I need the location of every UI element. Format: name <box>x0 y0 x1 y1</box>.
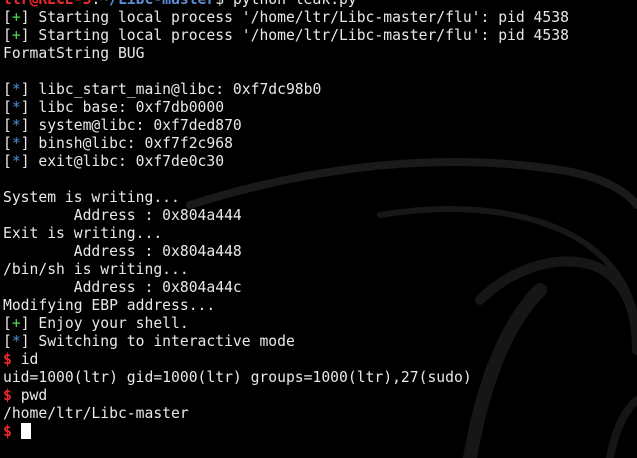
terminal-line: Address : 0x804a448 <box>3 243 637 261</box>
terminal-line: uid=1000(ltr) gid=1000(ltr) groups=1000(… <box>3 369 637 387</box>
terminal-line: Modifying EBP address... <box>3 297 637 315</box>
terminal-output: ltr@RECE-3:~/Libc-master$ python leak.py… <box>3 0 637 441</box>
info-marker: * <box>11 117 21 134</box>
terminal-line: $ id <box>3 351 637 369</box>
line-text: Address : 0x804a44c <box>3 279 242 296</box>
shell-prompt-dollar: $ <box>3 423 21 440</box>
prompt-path: ~/Libc-master <box>100 0 215 8</box>
terminal-window[interactable]: ltr@RECE-3:~/Libc-master$ python leak.py… <box>0 0 637 458</box>
line-text: /home/ltr/Libc-master <box>3 405 189 422</box>
line-text: Starting local process '/home/ltr/Libc-m… <box>38 9 569 26</box>
line-text: FormatString BUG <box>3 45 145 62</box>
info-marker: * <box>11 81 21 98</box>
success-marker: + <box>11 315 21 332</box>
line-text: exit@libc: 0xf7de0c30 <box>38 153 225 170</box>
info-marker: * <box>11 135 21 152</box>
terminal-line: Exit is writing... <box>3 225 637 243</box>
line-text: Exit is writing... <box>3 225 163 242</box>
terminal-line: [*] exit@libc: 0xf7de0c30 <box>3 153 225 170</box>
shell-prompt-line: ltr@RECE-3:~/Libc-master$ python leak.py <box>3 0 637 9</box>
terminal-line: /bin/sh is writing... <box>3 261 637 279</box>
terminal-line: [*] libc_start_main@libc: 0xf7dc98b0 <box>3 81 322 98</box>
terminal-line: $ pwd <box>3 387 637 405</box>
terminal-line: [+] Enjoy your shell. <box>3 315 189 332</box>
line-text: Address : 0x804a444 <box>3 207 242 224</box>
line-text: libc base: 0xf7db0000 <box>38 99 225 116</box>
info-marker: * <box>11 99 21 116</box>
terminal-line: [*] system@libc: 0xf7ded870 <box>3 117 242 134</box>
line-text: Switching to interactive mode <box>38 333 295 350</box>
info-marker: * <box>11 333 21 350</box>
line-text: /bin/sh is writing... <box>3 261 189 278</box>
line-text: Starting local process '/home/ltr/Libc-m… <box>38 27 569 44</box>
terminal-line: /home/ltr/Libc-master <box>3 405 637 423</box>
terminal-line: [*] libc base: 0xf7db0000 <box>3 99 225 116</box>
line-text: binsh@libc: 0xf7f2c968 <box>38 135 233 152</box>
terminal-line: $ <box>3 423 637 441</box>
prompt-user-host: ltr@RECE-3 <box>3 0 91 8</box>
line-text: pwd <box>20 387 48 404</box>
line-text: Enjoy your shell. <box>38 315 189 332</box>
line-text: Modifying EBP address... <box>3 297 216 314</box>
shell-prompt-dollar: $ <box>3 351 21 368</box>
success-marker: + <box>11 9 21 26</box>
terminal-line: [*] binsh@libc: 0xf7f2c968 <box>3 135 233 152</box>
success-marker: + <box>11 27 21 44</box>
line-text: libc_start_main@libc: 0xf7dc98b0 <box>38 81 322 98</box>
prompt-separator: : <box>91 0 100 8</box>
terminal-line: FormatString BUG <box>3 45 637 63</box>
terminal-line: [*] Switching to interactive mode <box>3 333 295 350</box>
terminal-line: Address : 0x804a44c <box>3 279 637 297</box>
block-cursor-icon[interactable] <box>20 423 31 439</box>
prompt-dollar: $ <box>215 0 224 8</box>
line-text: Address : 0x804a448 <box>3 243 242 260</box>
terminal-line: [+] Starting local process '/home/ltr/Li… <box>3 27 569 44</box>
terminal-line: [+] Starting local process '/home/ltr/Li… <box>3 9 569 26</box>
line-text: System is writing... <box>3 189 180 206</box>
line-text: uid=1000(ltr) gid=1000(ltr) groups=1000(… <box>3 369 472 386</box>
line-text: id <box>20 351 39 368</box>
prompt-command: python leak.py <box>233 0 357 8</box>
line-text: system@libc: 0xf7ded870 <box>38 117 242 134</box>
terminal-line: System is writing... <box>3 189 637 207</box>
terminal-line: Address : 0x804a444 <box>3 207 637 225</box>
info-marker: * <box>11 153 21 170</box>
shell-prompt-dollar: $ <box>3 387 21 404</box>
